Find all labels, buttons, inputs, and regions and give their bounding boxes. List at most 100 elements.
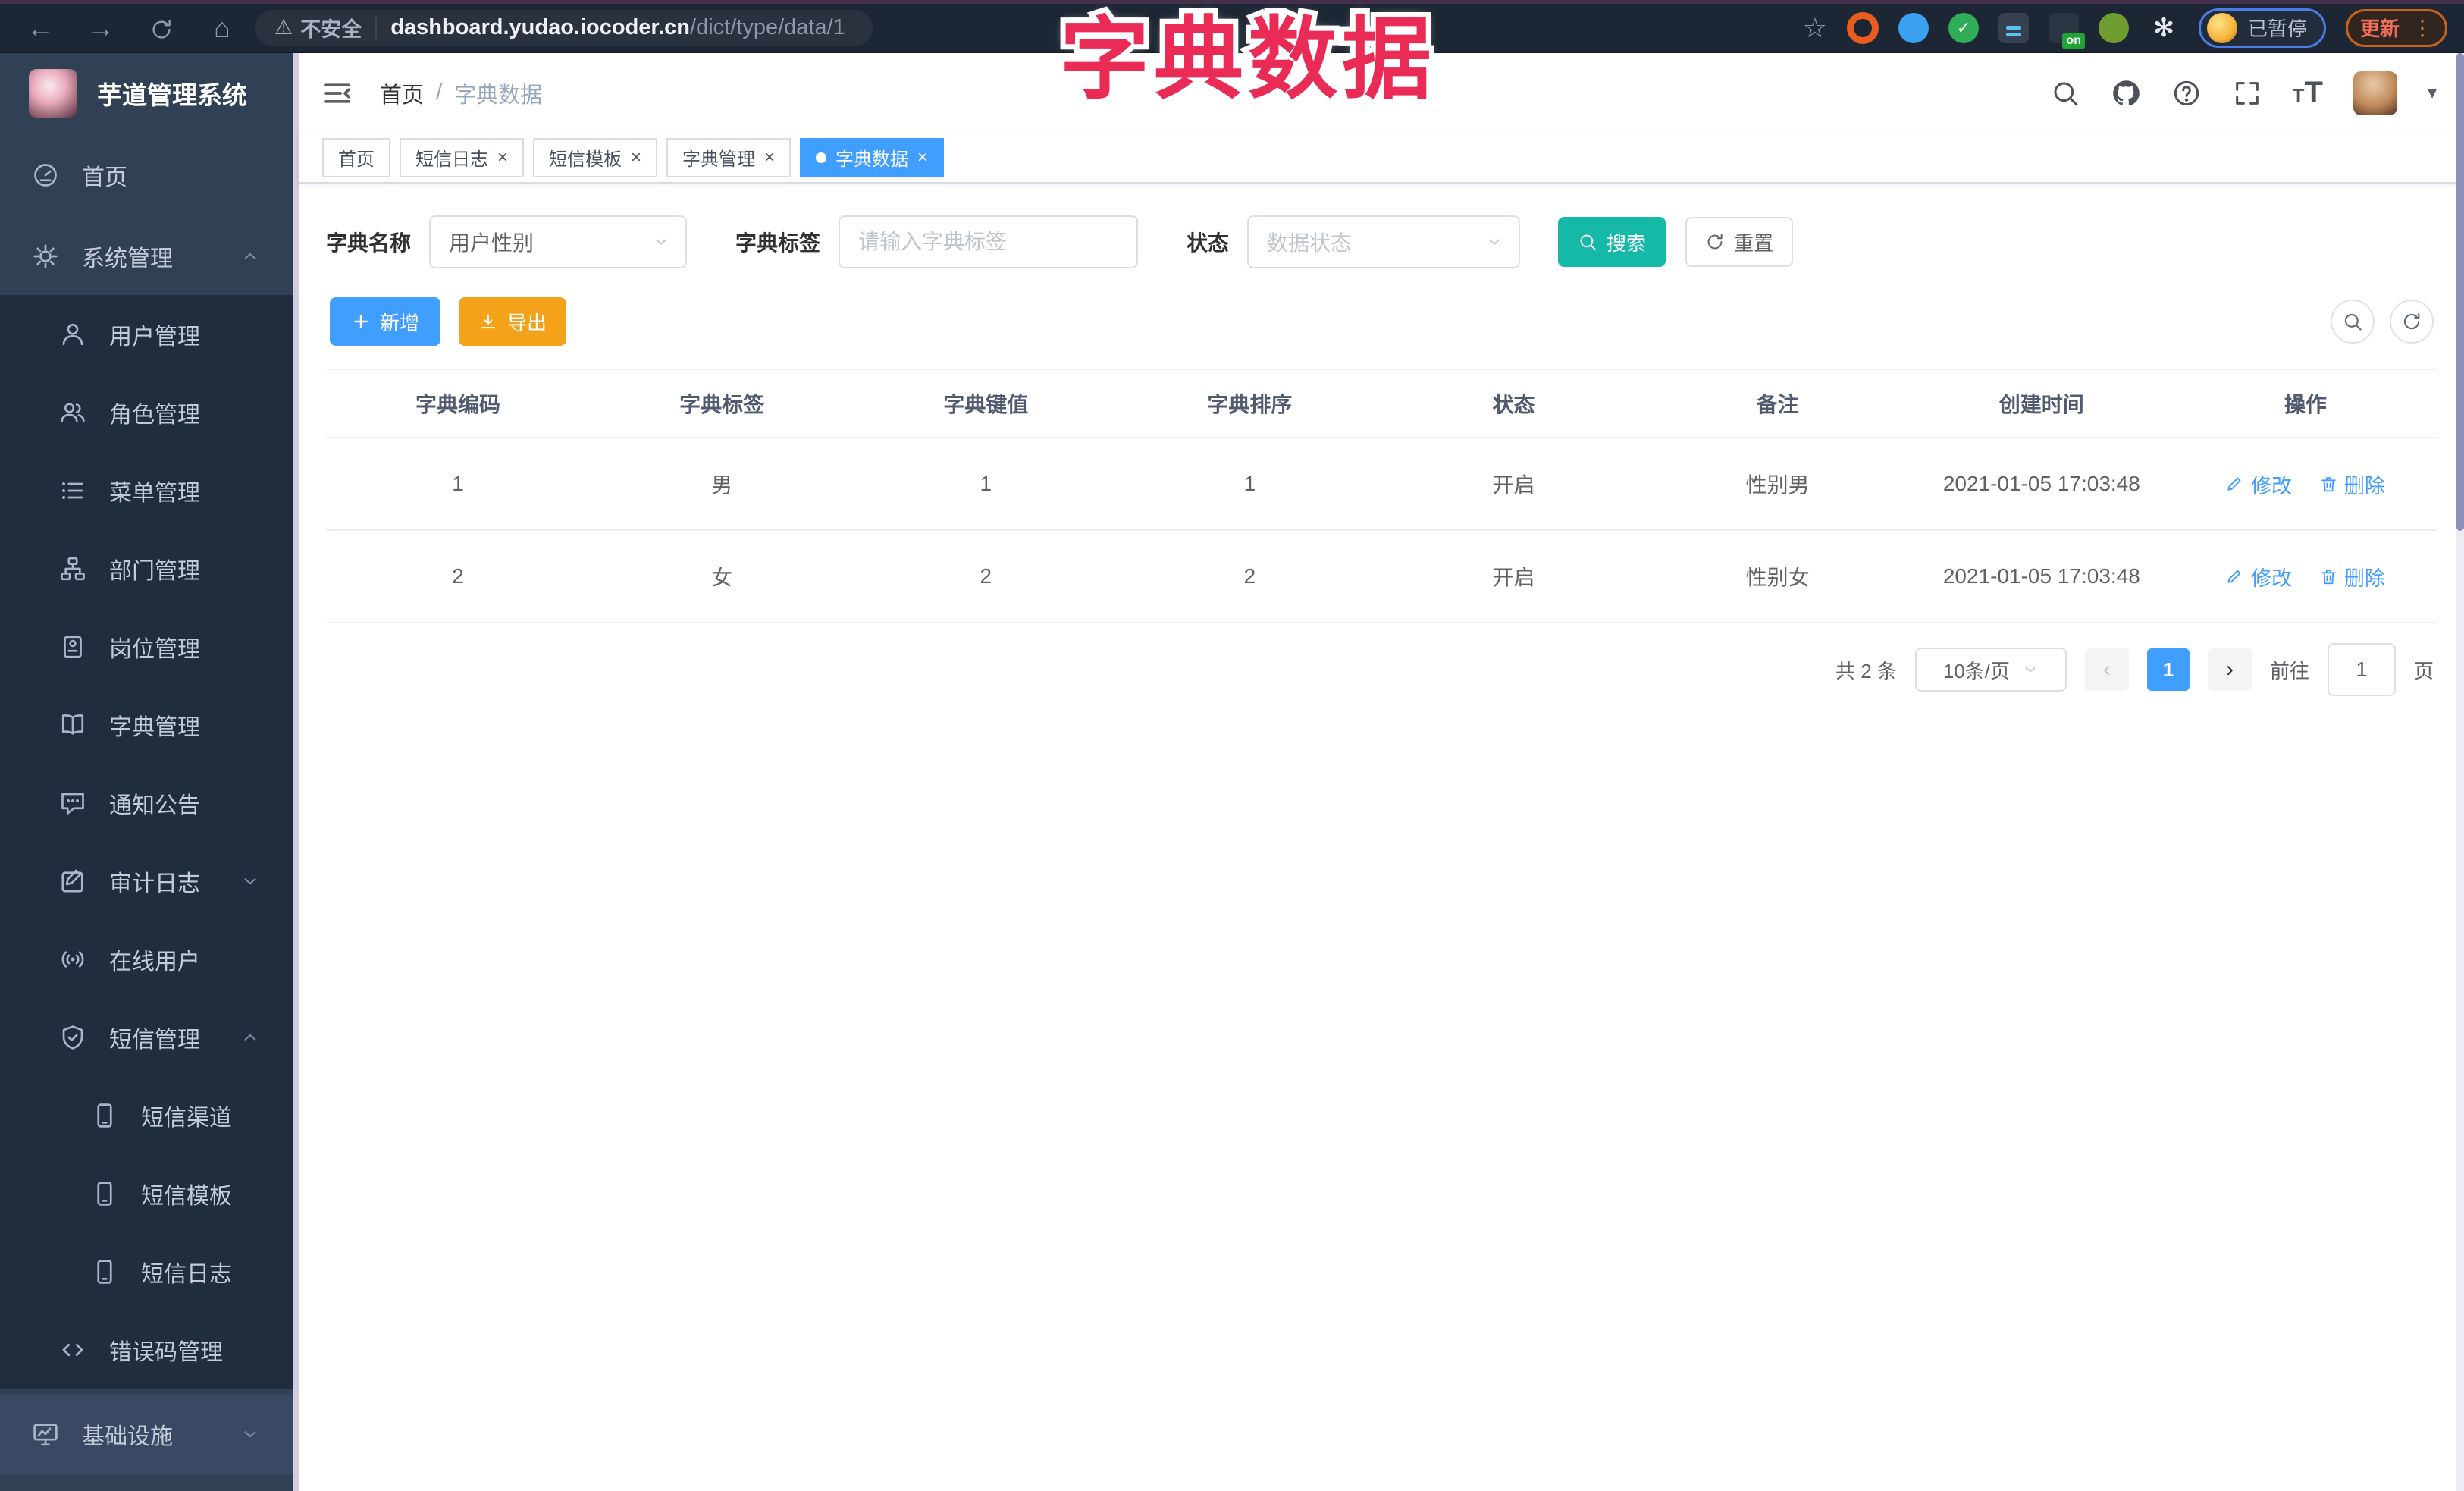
- tab-dict-management[interactable]: 字典管理 ×: [666, 137, 792, 177]
- sidebar-item-audit-log[interactable]: 审计日志: [0, 842, 299, 920]
- help-icon[interactable]: [2171, 78, 2202, 108]
- prev-page-button[interactable]: ‹: [2084, 648, 2129, 691]
- reset-button[interactable]: 重置: [1685, 217, 1794, 267]
- close-icon[interactable]: ×: [631, 148, 641, 167]
- extension-icon-switch[interactable]: on: [2048, 12, 2085, 49]
- users-icon: [59, 399, 86, 426]
- close-icon[interactable]: ×: [764, 148, 775, 167]
- tab-label: 字典数据: [835, 149, 909, 170]
- browser-nav: ← → ⌂: [21, 12, 241, 44]
- sidebar-item-post-management[interactable]: 岗位管理: [0, 607, 299, 686]
- extension-icon-leaf[interactable]: [2098, 12, 2129, 43]
- tab-sms-log[interactable]: 短信日志 ×: [400, 137, 525, 177]
- page-unit-label: 页: [2413, 659, 2434, 683]
- tab-dict-data[interactable]: 字典数据 ×: [800, 137, 945, 177]
- page-size-select[interactable]: 10条/页: [1914, 648, 2067, 692]
- github-icon[interactable]: [2111, 78, 2141, 108]
- status-select[interactable]: 数据状态: [1247, 215, 1521, 268]
- sidebar-item-dept-management[interactable]: 部门管理: [0, 529, 299, 607]
- breadcrumb: 首页 / 字典数据: [380, 77, 542, 109]
- browser-forward-icon[interactable]: →: [82, 12, 120, 44]
- sidebar-scrollbar[interactable]: [293, 53, 299, 1491]
- navbar-right-tools: TT ▾: [2050, 71, 2437, 115]
- pencil-icon: [2226, 475, 2245, 494]
- cell-code: 2: [326, 530, 591, 623]
- toggle-search-button[interactable]: [2331, 300, 2375, 344]
- cell-remark: 性别女: [1645, 530, 1910, 623]
- sidebar-item-dict-management[interactable]: 字典管理: [0, 686, 299, 764]
- dict-name-select[interactable]: 用户性别: [429, 215, 688, 268]
- page-size-value: 10条/页: [1942, 659, 2011, 683]
- extension-icon-check[interactable]: ✓: [1948, 12, 1979, 43]
- delete-button[interactable]: 删除: [2319, 562, 2385, 592]
- edit-button[interactable]: 修改: [2226, 469, 2292, 499]
- address-bar[interactable]: ⚠ 不安全 dashboard.yudao.iocoder.cn /dict/t…: [255, 9, 873, 46]
- extension-icon-sliders[interactable]: [1998, 12, 2029, 43]
- sidebar-item-label: 系统管理: [82, 246, 173, 272]
- edit-button[interactable]: 修改: [2226, 562, 2292, 592]
- chevron-down-icon: [240, 871, 260, 891]
- chevron-up-icon: [240, 246, 260, 266]
- extension-icon-puzzle[interactable]: ✻: [2149, 13, 2179, 43]
- close-icon[interactable]: ×: [917, 148, 928, 167]
- tab-home[interactable]: 首页: [322, 137, 390, 177]
- dict-label-input[interactable]: [839, 215, 1139, 268]
- extension-icon-ring[interactable]: [1846, 11, 1879, 44]
- page-number-active[interactable]: 1: [2146, 648, 2190, 691]
- browser-update-button[interactable]: 更新 ⋮: [2345, 8, 2447, 47]
- page-scrollbar[interactable]: [2456, 53, 2464, 1491]
- search-icon[interactable]: [2050, 78, 2080, 108]
- refresh-table-button[interactable]: [2390, 300, 2434, 344]
- avatar[interactable]: [2353, 71, 2397, 115]
- broadcast-icon: [59, 946, 86, 973]
- sidebar-item-user-management[interactable]: 用户管理: [0, 295, 299, 373]
- browser-reload-icon[interactable]: [143, 12, 180, 44]
- breadcrumb-home[interactable]: 首页: [380, 77, 424, 109]
- col-created: 创建时间: [1909, 369, 2174, 438]
- sidebar-item-error-code-management[interactable]: 错误码管理: [0, 1311, 299, 1389]
- top-navbar: 首页 / 字典数据 TT ▾: [299, 53, 2464, 133]
- add-button[interactable]: 新增: [330, 297, 441, 346]
- sidebar-item-menu-management[interactable]: 菜单管理: [0, 451, 299, 529]
- close-icon[interactable]: ×: [497, 148, 508, 167]
- sidebar-item-sms-management[interactable]: 短信管理: [0, 998, 299, 1076]
- bookmark-star-icon[interactable]: ☆: [1803, 12, 1827, 44]
- monitor-icon: [32, 1420, 59, 1448]
- gear-icon: [32, 243, 59, 270]
- app-logo-row[interactable]: 芋道管理系统: [0, 53, 299, 133]
- extension-icon-drop[interactable]: [1898, 12, 1929, 43]
- delete-button[interactable]: 删除: [2319, 469, 2385, 499]
- dict-data-table: 字典编码 字典标签 字典键值 字典排序 状态 备注 创建时间 操作 1 男 1: [326, 369, 2437, 623]
- sidebar-item-home[interactable]: 首页: [0, 133, 299, 217]
- trash-icon: [2319, 567, 2338, 586]
- cell-sort: 2: [1118, 530, 1382, 623]
- tab-label: 字典管理: [682, 149, 756, 170]
- cell-value: 2: [854, 530, 1118, 623]
- sidebar-item-role-management[interactable]: 角色管理: [0, 373, 299, 451]
- col-operations: 操作: [2173, 369, 2437, 438]
- sidebar-item-sms-template[interactable]: 短信模板: [0, 1154, 299, 1232]
- sidebar-item-sms-log[interactable]: 短信日志: [0, 1232, 299, 1311]
- hamburger-icon[interactable]: [322, 78, 353, 108]
- font-size-icon[interactable]: TT: [2293, 76, 2323, 110]
- search-icon: [1578, 232, 1597, 252]
- sidebar-item-infrastructure[interactable]: 基础设施: [0, 1395, 299, 1474]
- search-button[interactable]: 搜索: [1558, 217, 1666, 267]
- sidebar-item-label: 通知公告: [109, 793, 200, 818]
- table-header-row: 字典编码 字典标签 字典键值 字典排序 状态 备注 创建时间 操作: [326, 369, 2437, 438]
- browser-menu-dots-icon[interactable]: ⋮: [2412, 15, 2433, 40]
- tab-sms-template[interactable]: 短信模板 ×: [533, 137, 658, 177]
- browser-home-icon[interactable]: ⌂: [203, 12, 241, 44]
- browser-back-icon[interactable]: ←: [21, 12, 59, 44]
- browser-profile-chip[interactable]: 已暂停: [2198, 8, 2326, 48]
- sidebar-item-online-users[interactable]: 在线用户: [0, 920, 299, 998]
- fullscreen-icon[interactable]: [2232, 78, 2262, 108]
- sidebar-item-system-management[interactable]: 系统管理: [0, 217, 299, 295]
- page-scrollbar-thumb[interactable]: [2456, 53, 2464, 531]
- sidebar-item-sms-channel[interactable]: 短信渠道: [0, 1076, 299, 1154]
- goto-page-input[interactable]: [2327, 643, 2396, 696]
- sidebar-item-notice[interactable]: 通知公告: [0, 764, 299, 842]
- next-page-button[interactable]: ›: [2207, 648, 2252, 691]
- caret-down-icon[interactable]: ▾: [2428, 82, 2437, 104]
- export-button[interactable]: 导出: [459, 297, 567, 346]
